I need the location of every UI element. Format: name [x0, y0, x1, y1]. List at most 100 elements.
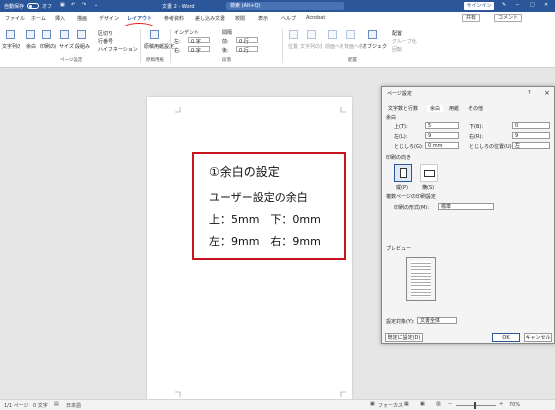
tab-mailings[interactable]: 差し込み文書 — [195, 15, 225, 22]
line-numbers-button[interactable]: 行番号 — [98, 38, 113, 45]
ribbon-separator — [140, 29, 141, 63]
spacing-after-input[interactable]: 0 行 — [236, 46, 258, 54]
tab-insert[interactable]: 挿入 — [55, 15, 65, 22]
focus-button[interactable]: フォーカス — [378, 402, 403, 409]
orientation-button[interactable]: 印刷の向き — [40, 43, 56, 50]
apply-to-select[interactable]: 文書全体 — [417, 317, 457, 324]
set-default-button[interactable]: 既定に設定(D) — [385, 333, 423, 342]
page-setup-dialog: ページ設定 ? × 文字数と行数 余白 用紙 その他 余白 上(T): 5 下(… — [381, 86, 555, 344]
wrap-text-icon[interactable] — [307, 30, 316, 39]
align-button[interactable]: 配置 — [392, 30, 402, 37]
search-box[interactable]: 検索 (Alt+Q) — [226, 2, 344, 10]
size-icon[interactable] — [60, 30, 69, 39]
landscape-option[interactable] — [420, 164, 438, 182]
read-mode-icon[interactable]: ▦ — [404, 401, 409, 407]
margins-button[interactable]: 余白 — [26, 43, 36, 50]
position-button[interactable]: 位置 — [288, 43, 298, 50]
bring-forward-icon[interactable] — [328, 30, 337, 39]
draft-paper-icon[interactable] — [150, 30, 159, 39]
tab-characters-lines[interactable]: 文字数と行数 — [388, 105, 418, 112]
maximize-icon[interactable]: □ — [530, 2, 535, 8]
text-direction-icon[interactable] — [6, 30, 15, 39]
send-backward-button[interactable]: 背面へ移動 — [344, 43, 362, 50]
page-count[interactable]: 1/1 ページ — [4, 402, 29, 409]
tab-review[interactable]: 校閲 — [235, 15, 245, 22]
size-button[interactable]: サイズ — [59, 43, 74, 50]
web-layout-icon[interactable]: ▥ — [436, 401, 441, 407]
portrait-option[interactable] — [394, 164, 412, 182]
multipage-select[interactable]: 標準 — [438, 203, 494, 210]
zoom-in-icon[interactable]: + — [499, 401, 503, 407]
tab-file[interactable]: ファイル — [5, 15, 25, 22]
print-layout-icon[interactable]: ▣ — [420, 401, 425, 407]
zoom-slider-thumb[interactable] — [474, 402, 476, 409]
minimize-icon[interactable]: ─ — [516, 2, 519, 8]
document-page[interactable]: ①余白の設定 ユーザー設定の余白 上：5mm 下：0mm 左：9mm 右：9mm — [147, 97, 352, 399]
selection-pane-icon[interactable] — [368, 30, 377, 39]
focus-icon[interactable]: ▣ — [370, 401, 375, 407]
orientation-section-label: 印刷の向き — [386, 155, 412, 161]
zoom-level[interactable]: 70% — [509, 402, 520, 408]
preview-page — [406, 257, 436, 301]
columns-icon[interactable] — [77, 30, 86, 39]
proofing-icon[interactable]: ▤ — [54, 401, 59, 407]
right-margin-input[interactable]: 9 — [512, 132, 550, 139]
text-direction-button[interactable]: 文字列の方向 — [2, 43, 20, 50]
multipage-field-label: 印刷の形式(M): — [394, 205, 429, 211]
tab-help[interactable]: ヘルプ — [281, 15, 296, 22]
tab-references[interactable]: 参考資料 — [164, 15, 184, 22]
spacing-after-value: 0 行 — [239, 48, 249, 54]
close-icon[interactable]: ✕ — [544, 2, 548, 8]
indent-left-input[interactable]: 0 字 — [188, 37, 210, 45]
help-icon[interactable]: ? — [528, 90, 531, 96]
tab-acrobat[interactable]: Acrobat — [306, 15, 325, 21]
orientation-icon[interactable] — [42, 30, 51, 39]
gutter-position-select[interactable]: 左 — [512, 142, 550, 149]
word-count[interactable]: 0 文字 — [33, 402, 48, 409]
ok-button[interactable]: OK — [492, 333, 520, 342]
hyphenation-button[interactable]: ハイフネーション — [98, 46, 138, 53]
redo-icon[interactable]: ↷ — [82, 2, 86, 8]
dialog-close-icon[interactable]: × — [544, 89, 550, 97]
tab-other[interactable]: その他 — [468, 105, 483, 112]
multipage-section-label: 複数ページの印刷設定 — [386, 194, 436, 200]
breaks-button[interactable]: 区切り — [98, 30, 113, 37]
autosave-toggle[interactable] — [27, 3, 39, 9]
share-button[interactable]: 共有 — [462, 14, 481, 22]
top-margin-input[interactable]: 5 — [425, 122, 459, 129]
rotate-button[interactable]: 回転 — [392, 46, 402, 53]
send-backward-icon[interactable] — [346, 30, 355, 39]
gutter-input[interactable]: 0 mm — [425, 142, 459, 149]
columns-button[interactable]: 段組み — [75, 43, 90, 50]
undo-icon[interactable]: ↶ — [71, 2, 75, 8]
left-margin-input[interactable]: 9 — [425, 132, 459, 139]
tab-margins[interactable]: 余白 — [427, 105, 444, 112]
zoom-out-icon[interactable]: − — [448, 401, 452, 407]
bottom-margin-input[interactable]: 0 — [512, 122, 550, 129]
quick-access-menu-icon[interactable]: ⌄ — [94, 2, 98, 8]
bring-forward-button[interactable]: 前面へ移動 — [325, 43, 343, 50]
tab-home[interactable]: ホーム — [31, 15, 46, 22]
pen-icon[interactable]: ✎ — [502, 2, 506, 8]
tab-design[interactable]: デザイン — [99, 15, 119, 22]
cancel-button[interactable]: キャンセル — [524, 333, 552, 342]
tab-layout[interactable]: レイアウト — [127, 15, 152, 22]
indent-right-label: 右: — [174, 48, 181, 54]
tab-view[interactable]: 表示 — [258, 15, 268, 22]
group-button[interactable]: グループ化 — [392, 38, 417, 45]
selection-pane-button[interactable]: オブジェクトの選択と表示 — [362, 43, 388, 50]
tab-paper[interactable]: 用紙 — [449, 105, 459, 112]
position-icon[interactable] — [289, 30, 298, 39]
zoom-slider[interactable] — [456, 405, 496, 406]
landscape-label: 横(S) — [422, 185, 435, 191]
spacing-before-input[interactable]: 0 行 — [236, 37, 258, 45]
language[interactable]: 日本語 — [66, 402, 81, 409]
autosave-label: 自動保存 — [4, 4, 25, 10]
margins-icon[interactable] — [26, 30, 35, 39]
comment-button[interactable]: コメント — [494, 14, 523, 22]
tab-draw[interactable]: 描画 — [77, 15, 87, 22]
save-icon[interactable]: ▣ — [60, 2, 65, 8]
wrap-text-button[interactable]: 文字列の折り返し — [300, 43, 322, 50]
signin-button[interactable]: サインイン — [464, 2, 494, 10]
indent-right-input[interactable]: 0 字 — [188, 46, 210, 54]
